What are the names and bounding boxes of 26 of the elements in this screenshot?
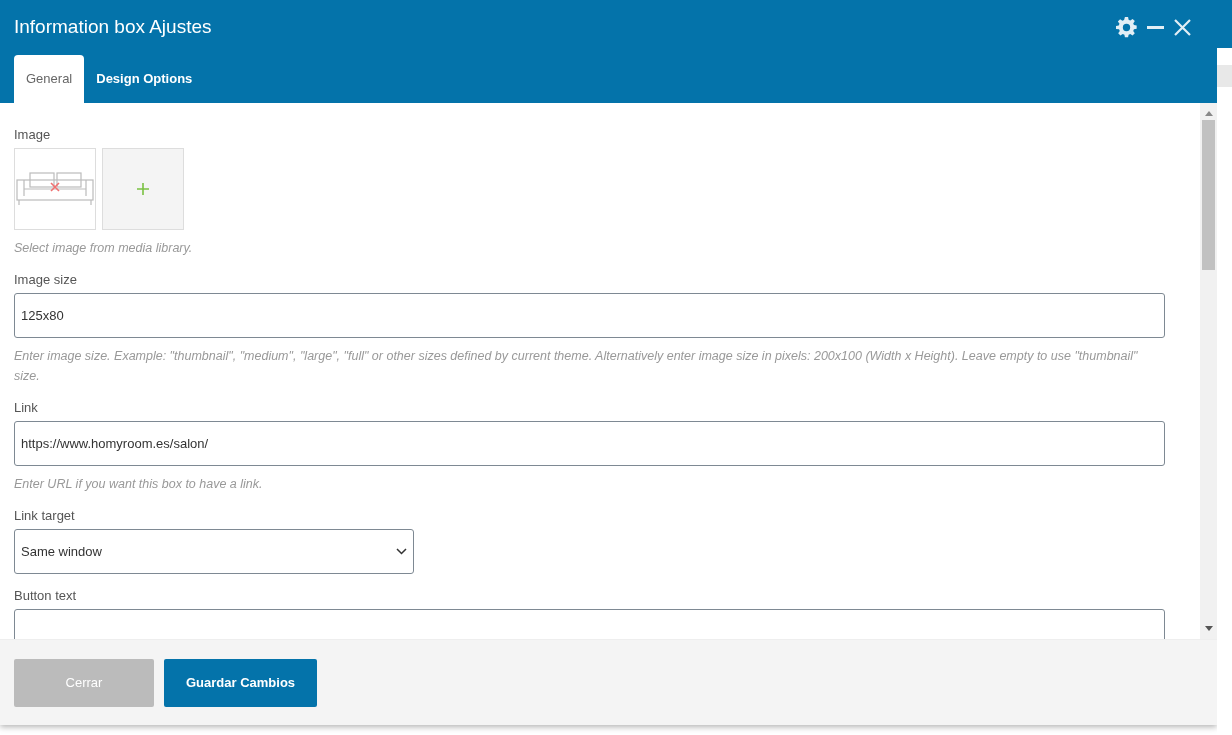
scroll-down-icon[interactable]: [1204, 626, 1213, 632]
field-label: Image: [14, 126, 51, 142]
save-button[interactable]: Guardar Cambios: [164, 658, 318, 707]
tab[interactable]: Design Options: [84, 54, 205, 103]
tab[interactable]: General: [14, 54, 85, 103]
scrollbar-thumb[interactable]: [1202, 119, 1215, 270]
image-thumbnail[interactable]: [14, 147, 96, 230]
window-title: Information box Ajustes: [14, 16, 212, 38]
help-text: Select image from media library.: [14, 239, 194, 257]
text-input[interactable]: [14, 608, 1165, 640]
help-text: Enter image size. Example: "thumbnail", "medium", "large", "full" or other sizes defined by current theme. Alternatively enter image size in pixels: 200x100 (Width x Height). Leave empty to use "thumbnail" size.: [14, 347, 1139, 385]
plus-icon: [137, 182, 149, 195]
field-label: Button text: [14, 587, 77, 603]
scroll-up-icon[interactable]: [1204, 110, 1213, 116]
text-input[interactable]: 125x80: [14, 292, 1165, 338]
close-icon[interactable]: [1174, 18, 1191, 36]
chevron-down-icon: [396, 547, 407, 555]
scrollbar[interactable]: [1200, 102, 1217, 640]
minimize-icon[interactable]: [1147, 25, 1164, 29]
select-dropdown[interactable]: Same window: [14, 528, 414, 574]
field-label: Image size: [14, 271, 77, 287]
help-text: Enter URL if you want this box to have a link.: [14, 475, 264, 493]
text-input[interactable]: https://www.homyroom.es/salon/: [14, 420, 1165, 466]
field-label: Link: [14, 399, 38, 415]
field-label: Link target: [14, 507, 75, 523]
settings-icon[interactable]: [1116, 16, 1137, 38]
